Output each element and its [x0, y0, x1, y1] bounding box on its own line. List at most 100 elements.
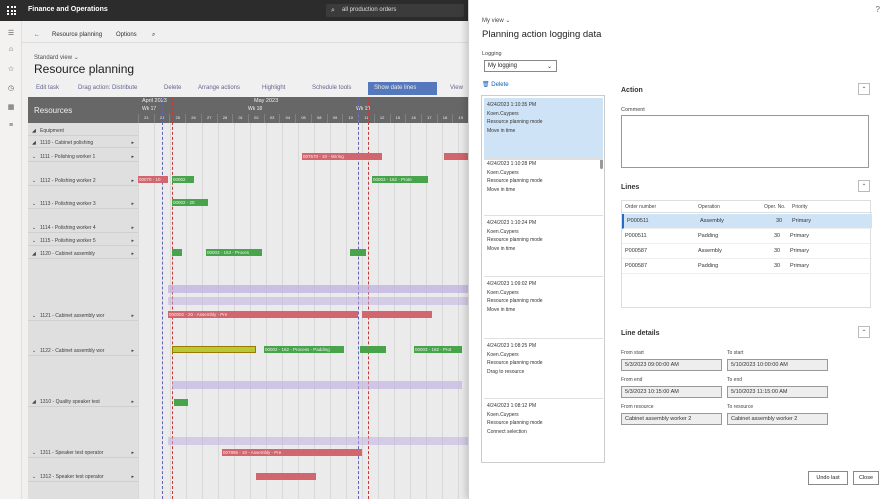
my-view-selector[interactable]: My view ⌄ — [482, 17, 510, 24]
task-bar[interactable] — [256, 473, 316, 480]
edit-task-button[interactable]: Edit task — [36, 85, 59, 91]
resource-row[interactable]: ⌄ 1121 - Cabinet assembly wor ▸ — [28, 310, 138, 321]
gantt-chart[interactable]: April 2023 May 2023 Wk 17 Wk 18 Wk 19 21… — [138, 97, 468, 499]
expand-arrow-icon[interactable]: ▸ — [131, 238, 134, 244]
expand-arrow-icon[interactable]: ▸ — [131, 348, 134, 354]
options-tab[interactable]: Options — [116, 32, 137, 38]
table-row[interactable]: P000511 Assembly 30 Primary — [622, 214, 872, 229]
task-bar[interactable]: 007895 - 10 - Assembly - Pre — [222, 449, 362, 456]
expand-arrow-icon[interactable]: ▸ — [131, 140, 134, 146]
collapse-icon[interactable]: ◢ — [32, 251, 36, 257]
task-bar[interactable] — [174, 399, 188, 406]
comment-textarea[interactable] — [621, 115, 869, 168]
hamburger-icon[interactable]: ☰ — [6, 29, 16, 39]
log-entry[interactable]: 4/24/2023 1:10:35 PM Koen.Cuypers Resour… — [484, 98, 603, 160]
drag-action-button[interactable]: Drag action: Distribute — [78, 85, 137, 91]
home-icon[interactable]: ⌂ — [6, 46, 16, 56]
resource-row[interactable]: ⌄ 1115 - Polishing worker 5 ▸ — [28, 235, 138, 246]
delete-button[interactable]: 🗑 Delete — [482, 81, 509, 88]
task-bar[interactable]: 00070 - 10 — [138, 176, 168, 183]
chevron-down-icon[interactable]: ⌄ — [32, 238, 36, 244]
resource-row[interactable]: ◢ 1120 - Cabinet assembly ▸ — [28, 248, 138, 259]
task-bar[interactable] — [362, 311, 432, 318]
chevron-down-icon[interactable]: ⌄ — [32, 201, 36, 207]
collapse-chevron-icon[interactable]: ⌃ — [858, 326, 870, 338]
expand-arrow-icon[interactable]: ▸ — [131, 474, 134, 480]
modules-icon[interactable]: ≡ — [6, 122, 16, 132]
expand-arrow-icon[interactable]: ▸ — [131, 313, 134, 319]
expand-arrow-icon[interactable]: ▸ — [131, 450, 134, 456]
selected-task-bar[interactable] — [172, 346, 256, 353]
table-row[interactable]: P000587 Assembly 30 Primary — [622, 244, 872, 259]
collapse-icon[interactable]: ◢ — [32, 399, 36, 405]
column-header[interactable]: Operation — [698, 204, 720, 210]
expand-arrow-icon[interactable]: ▸ — [131, 251, 134, 257]
resource-row[interactable]: ⌄ 1312 - Speaker test operator ▸ — [28, 471, 138, 482]
collapse-icon[interactable]: ◢ — [32, 128, 36, 134]
back-arrow-icon[interactable]: ← — [34, 32, 40, 38]
log-entry[interactable]: 4/24/2023 1:08:25 PM Koen.Cuypers Resour… — [484, 339, 603, 401]
task-bar[interactable]: 007570 - 10 - Wiring — [302, 153, 382, 160]
column-header[interactable]: Oper. No. — [764, 204, 785, 210]
resource-row[interactable]: ◢ 1110 - Cabinet polishing ▸ — [28, 137, 138, 148]
collapse-chevron-icon[interactable]: ⌃ — [858, 180, 870, 192]
chevron-down-icon[interactable]: ⌄ — [32, 154, 36, 160]
show-date-lines-button[interactable]: Show date lines — [368, 82, 437, 95]
task-bar[interactable]: 00003 - 162 - Prot — [414, 346, 462, 353]
expand-arrow-icon[interactable]: ▸ — [131, 154, 134, 160]
expand-arrow-icon[interactable]: ▸ — [131, 399, 134, 405]
chevron-down-icon[interactable]: ⌄ — [32, 450, 36, 456]
task-bar[interactable] — [360, 346, 386, 353]
highlight-button[interactable]: Highlight — [262, 85, 285, 91]
search-input[interactable]: ⌕ all production orders — [326, 4, 464, 17]
resource-row[interactable]: ⌄ 1112 - Polishing worker 2 ▸ — [28, 175, 138, 186]
expand-arrow-icon[interactable]: ▸ — [131, 225, 134, 231]
column-header[interactable]: Priority — [792, 204, 808, 210]
task-bar[interactable]: 00003 - 163 - Proces — [206, 249, 262, 256]
breadcrumb[interactable]: Resource planning — [52, 32, 102, 38]
task-bar[interactable] — [172, 249, 182, 256]
log-entry[interactable]: 4/24/2023 1:10:28 PM Koen.Cuypers Resour… — [484, 157, 603, 219]
collapse-icon[interactable]: ◢ — [32, 140, 36, 146]
task-bar[interactable]: 00002 - 20 — [172, 199, 208, 206]
resource-row[interactable]: ⌄ 1311 - Speaker test operator ▸ — [28, 447, 138, 458]
table-row[interactable]: P000511 Padding 30 Primary — [622, 229, 872, 244]
chevron-down-icon[interactable]: ⌄ — [32, 474, 36, 480]
chevron-down-icon[interactable]: ⌄ — [32, 225, 36, 231]
column-header[interactable]: Order number — [625, 204, 656, 210]
undo-last-button[interactable]: Undo last — [808, 471, 848, 485]
resource-row[interactable]: ⌄ 1114 - Polishing worker 4 ▸ — [28, 222, 138, 233]
workspace-icon[interactable]: ▦ — [6, 103, 16, 113]
expand-arrow-icon[interactable]: ▸ — [131, 178, 134, 184]
arrange-actions-button[interactable]: Arrange actions — [198, 85, 240, 91]
search-icon[interactable]: ⌕ — [152, 32, 155, 39]
star-icon[interactable]: ☆ — [6, 65, 16, 75]
resource-row[interactable]: ⌄ 1113 - Polishing worker 3 ▸ — [28, 198, 138, 209]
resource-row[interactable]: ◢ 1310 - Quality speaker test ▸ — [28, 396, 138, 407]
task-bar[interactable] — [444, 153, 468, 160]
log-entry[interactable]: 4/24/2023 1:09:02 PM Koen.Cuypers Resour… — [484, 277, 603, 339]
chevron-down-icon[interactable]: ⌄ — [32, 178, 36, 184]
table-row[interactable]: P000587 Padding 30 Primary — [622, 259, 872, 274]
log-entry[interactable]: 4/24/2023 1:08:12 PM Koen.Cuypers Resour… — [484, 399, 603, 461]
resource-row[interactable]: ⌄ 1111 - Polishing worker 1 ▸ — [28, 151, 138, 162]
chevron-down-icon[interactable]: ⌄ — [32, 348, 36, 354]
collapse-chevron-icon[interactable]: ⌃ — [858, 83, 870, 95]
task-bar[interactable] — [350, 249, 366, 256]
close-button[interactable]: Close — [853, 471, 879, 485]
app-launcher-icon[interactable] — [7, 6, 16, 15]
logging-select[interactable]: My logging ⌄ — [484, 60, 557, 72]
task-bar[interactable]: 00002 - 162 - Process - Padding — [264, 346, 344, 353]
view-button[interactable]: View — [450, 85, 463, 91]
task-bar[interactable]: 00003 - 162 - Prote — [372, 176, 428, 183]
delete-button[interactable]: Delete — [164, 85, 181, 91]
chevron-down-icon[interactable]: ⌄ — [32, 313, 36, 319]
resource-row[interactable]: ◢ Equipment — [28, 125, 138, 136]
help-icon[interactable]: ? — [876, 5, 880, 14]
task-bar[interactable]: 000002 - 20 - Assembly - Pre — [168, 311, 358, 318]
task-bar[interactable]: 00002 — [172, 176, 194, 183]
view-selector[interactable]: Standard view ⌄ — [34, 54, 79, 61]
log-entry[interactable]: 4/24/2023 1:10:24 PM Koen.Cuypers Resour… — [484, 216, 603, 278]
expand-arrow-icon[interactable]: ▸ — [131, 201, 134, 207]
schedule-tools-button[interactable]: Schedule tools — [312, 85, 351, 91]
